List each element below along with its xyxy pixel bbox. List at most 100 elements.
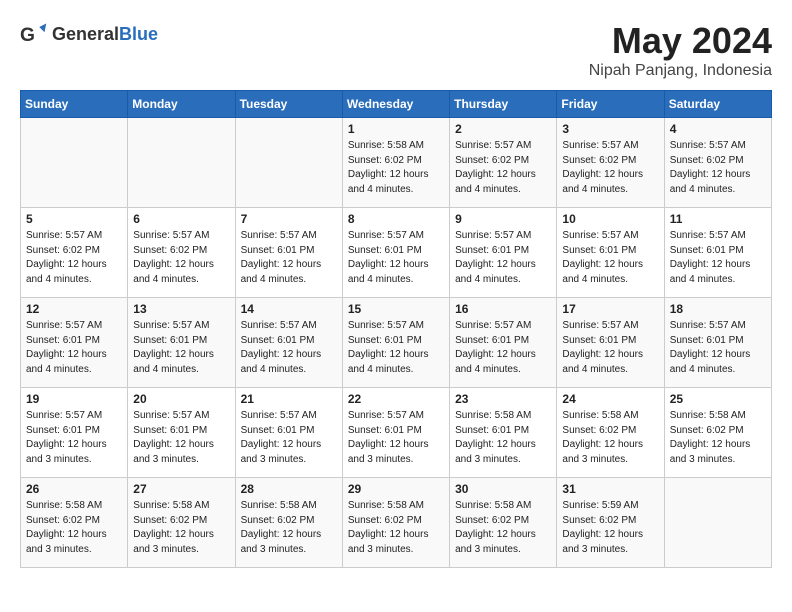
day-number: 8 (348, 212, 444, 226)
day-number: 25 (670, 392, 766, 406)
calendar-table: SundayMondayTuesdayWednesdayThursdayFrid… (20, 90, 772, 568)
day-info: Sunrise: 5:58 AM Sunset: 6:02 PM Dayligh… (348, 139, 444, 197)
calendar-cell: 18 Sunrise: 5:57 AM Sunset: 6:01 PM Dayli… (664, 298, 771, 388)
weekday-header-row: SundayMondayTuesdayWednesdayThursdayFrid… (21, 91, 772, 118)
weekday-header-thursday: Thursday (450, 91, 557, 118)
calendar-cell: 29 Sunrise: 5:58 AM Sunset: 6:02 PM Dayli… (342, 478, 449, 568)
calendar-cell: 21 Sunrise: 5:57 AM Sunset: 6:01 PM Dayli… (235, 388, 342, 478)
day-info: Sunrise: 5:57 AM Sunset: 6:01 PM Dayligh… (133, 409, 229, 467)
day-info: Sunrise: 5:57 AM Sunset: 6:02 PM Dayligh… (455, 139, 551, 197)
day-info: Sunrise: 5:57 AM Sunset: 6:01 PM Dayligh… (348, 319, 444, 377)
day-info: Sunrise: 5:57 AM Sunset: 6:01 PM Dayligh… (455, 319, 551, 377)
calendar-cell (235, 118, 342, 208)
calendar-week-3: 12 Sunrise: 5:57 AM Sunset: 6:01 PM Dayli… (21, 298, 772, 388)
month-title: May 2024 (589, 20, 772, 62)
calendar-cell: 9Sunrise: 5:57 AM Sunset: 6:01 PM Daylig… (450, 208, 557, 298)
day-info: Sunrise: 5:57 AM Sunset: 6:01 PM Dayligh… (348, 229, 444, 287)
calendar-cell: 19Sunrise: 5:57 AM Sunset: 6:01 PM Dayli… (21, 388, 128, 478)
calendar-cell: 5Sunrise: 5:57 AM Sunset: 6:02 PM Daylig… (21, 208, 128, 298)
day-number: 22 (348, 392, 444, 406)
day-number: 18 (670, 302, 766, 316)
day-number: 21 (241, 392, 337, 406)
calendar-cell: 25 Sunrise: 5:58 AM Sunset: 6:02 PM Dayli… (664, 388, 771, 478)
calendar-cell: 1Sunrise: 5:58 AM Sunset: 6:02 PM Daylig… (342, 118, 449, 208)
day-info: Sunrise: 5:59 AM Sunset: 6:02 PM Dayligh… (562, 499, 658, 557)
calendar-cell: 31Sunrise: 5:59 AM Sunset: 6:02 PM Dayli… (557, 478, 664, 568)
day-info: Sunrise: 5:57 AM Sunset: 6:01 PM Dayligh… (562, 319, 658, 377)
day-number: 19 (26, 392, 122, 406)
day-info: Sunrise: 5:58 AM Sunset: 6:02 PM Dayligh… (241, 499, 337, 557)
day-number: 29 (348, 482, 444, 496)
calendar-cell (664, 478, 771, 568)
calendar-cell: 12 Sunrise: 5:57 AM Sunset: 6:01 PM Dayli… (21, 298, 128, 388)
day-info: Sunrise: 5:57 AM Sunset: 6:02 PM Dayligh… (26, 229, 122, 287)
day-number: 11 (670, 212, 766, 226)
calendar-cell: 28Sunrise: 5:58 AM Sunset: 6:02 PM Dayli… (235, 478, 342, 568)
day-number: 13 (133, 302, 229, 316)
calendar-cell: 7 Sunrise: 5:57 AM Sunset: 6:01 PM Daylig… (235, 208, 342, 298)
day-number: 10 (562, 212, 658, 226)
day-number: 3 (562, 122, 658, 136)
calendar-cell: 22 Sunrise: 5:57 AM Sunset: 6:01 PM Dayli… (342, 388, 449, 478)
calendar-week-5: 26 Sunrise: 5:58 AM Sunset: 6:02 PM Dayli… (21, 478, 772, 568)
calendar-cell: 11 Sunrise: 5:57 AM Sunset: 6:01 PM Dayli… (664, 208, 771, 298)
logo-blue-text: Blue (119, 24, 158, 44)
logo-icon: G (20, 20, 48, 48)
weekday-header-tuesday: Tuesday (235, 91, 342, 118)
day-number: 14 (241, 302, 337, 316)
day-info: Sunrise: 5:57 AM Sunset: 6:02 PM Dayligh… (670, 139, 766, 197)
day-number: 17 (562, 302, 658, 316)
day-info: Sunrise: 5:57 AM Sunset: 6:01 PM Dayligh… (241, 229, 337, 287)
title-area: May 2024 Nipah Panjang, Indonesia (589, 20, 772, 80)
day-info: Sunrise: 5:57 AM Sunset: 6:01 PM Dayligh… (562, 229, 658, 287)
weekday-header-sunday: Sunday (21, 91, 128, 118)
weekday-header-wednesday: Wednesday (342, 91, 449, 118)
calendar-cell: 13 Sunrise: 5:57 AM Sunset: 6:01 PM Dayli… (128, 298, 235, 388)
calendar-cell: 17 Sunrise: 5:57 AM Sunset: 6:01 PM Dayli… (557, 298, 664, 388)
day-info: Sunrise: 5:57 AM Sunset: 6:01 PM Dayligh… (670, 319, 766, 377)
calendar-cell: 14 Sunrise: 5:57 AM Sunset: 6:01 PM Dayli… (235, 298, 342, 388)
day-info: Sunrise: 5:58 AM Sunset: 6:02 PM Dayligh… (348, 499, 444, 557)
day-number: 26 (26, 482, 122, 496)
day-info: Sunrise: 5:57 AM Sunset: 6:01 PM Dayligh… (26, 319, 122, 377)
day-number: 15 (348, 302, 444, 316)
location-title: Nipah Panjang, Indonesia (589, 62, 772, 80)
day-info: Sunrise: 5:57 AM Sunset: 6:02 PM Dayligh… (562, 139, 658, 197)
day-number: 12 (26, 302, 122, 316)
day-number: 20 (133, 392, 229, 406)
day-info: Sunrise: 5:58 AM Sunset: 6:01 PM Dayligh… (455, 409, 551, 467)
header: G GeneralBlue May 2024 Nipah Panjang, In… (20, 20, 772, 80)
day-info: Sunrise: 5:57 AM Sunset: 6:01 PM Dayligh… (241, 409, 337, 467)
day-number: 4 (670, 122, 766, 136)
day-number: 27 (133, 482, 229, 496)
calendar-cell: 26 Sunrise: 5:58 AM Sunset: 6:02 PM Dayli… (21, 478, 128, 568)
day-info: Sunrise: 5:58 AM Sunset: 6:02 PM Dayligh… (26, 499, 122, 557)
calendar-week-4: 19 Sunrise: 5:57 AM Sunset: 6:01 PM Dayli… (21, 388, 772, 478)
calendar-cell: 6Sunrise: 5:57 AM Sunset: 6:02 PM Daylig… (128, 208, 235, 298)
day-info: Sunrise: 5:58 AM Sunset: 6:02 PM Dayligh… (670, 409, 766, 467)
calendar-cell: 20 Sunrise: 5:57 AM Sunset: 6:01 PM Dayli… (128, 388, 235, 478)
day-number: 7 (241, 212, 337, 226)
logo-general-text: General (52, 24, 119, 44)
day-number: 30 (455, 482, 551, 496)
day-info: Sunrise: 5:57 AM Sunset: 6:01 PM Dayligh… (348, 409, 444, 467)
calendar-cell (21, 118, 128, 208)
calendar-week-2: 5Sunrise: 5:57 AM Sunset: 6:02 PM Daylig… (21, 208, 772, 298)
day-info: Sunrise: 5:57 AM Sunset: 6:01 PM Dayligh… (670, 229, 766, 287)
calendar-cell: 3 Sunrise: 5:57 AM Sunset: 6:02 PM Daylig… (557, 118, 664, 208)
day-number: 16 (455, 302, 551, 316)
day-info: Sunrise: 5:57 AM Sunset: 6:02 PM Dayligh… (133, 229, 229, 287)
day-info: Sunrise: 5:57 AM Sunset: 6:01 PM Dayligh… (241, 319, 337, 377)
logo: G GeneralBlue (20, 20, 158, 48)
day-info: Sunrise: 5:57 AM Sunset: 6:01 PM Dayligh… (133, 319, 229, 377)
day-number: 23 (455, 392, 551, 406)
calendar-cell: 10 Sunrise: 5:57 AM Sunset: 6:01 PM Dayli… (557, 208, 664, 298)
calendar-cell: 23 Sunrise: 5:58 AM Sunset: 6:01 PM Dayli… (450, 388, 557, 478)
calendar-cell: 27 Sunrise: 5:58 AM Sunset: 6:02 PM Dayli… (128, 478, 235, 568)
calendar-cell: 4 Sunrise: 5:57 AM Sunset: 6:02 PM Daylig… (664, 118, 771, 208)
day-number: 2 (455, 122, 551, 136)
weekday-header-monday: Monday (128, 91, 235, 118)
calendar-cell: 24Sunrise: 5:58 AM Sunset: 6:02 PM Dayli… (557, 388, 664, 478)
calendar-cell: 15 Sunrise: 5:57 AM Sunset: 6:01 PM Dayli… (342, 298, 449, 388)
day-info: Sunrise: 5:58 AM Sunset: 6:02 PM Dayligh… (133, 499, 229, 557)
